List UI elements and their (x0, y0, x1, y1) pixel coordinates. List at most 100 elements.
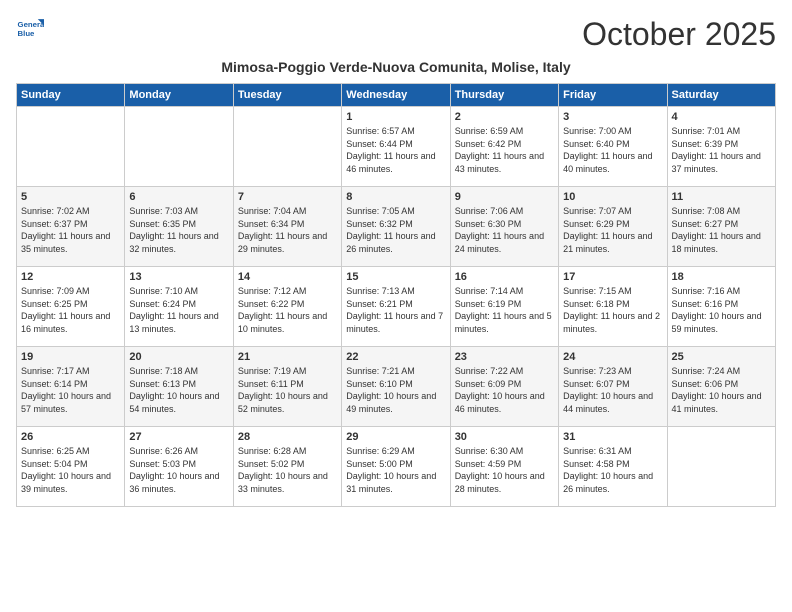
calendar-cell: 29 Sunrise: 6:29 AM Sunset: 5:00 PM Dayli… (342, 427, 450, 507)
day-number: 30 (455, 431, 554, 443)
day-info: Sunrise: 7:00 AM Sunset: 6:40 PM Dayligh… (563, 125, 662, 175)
day-number: 17 (563, 271, 662, 283)
calendar-cell: 25 Sunrise: 7:24 AM Sunset: 6:06 PM Dayli… (667, 347, 775, 427)
day-number: 5 (21, 191, 120, 203)
calendar-cell: 22 Sunrise: 7:21 AM Sunset: 6:10 PM Dayli… (342, 347, 450, 427)
calendar-cell (125, 107, 233, 187)
day-info: Sunrise: 7:17 AM Sunset: 6:14 PM Dayligh… (21, 365, 120, 415)
weekday-header-thursday: Thursday (450, 84, 558, 107)
calendar-cell: 19 Sunrise: 7:17 AM Sunset: 6:14 PM Dayli… (17, 347, 125, 427)
day-info: Sunrise: 6:28 AM Sunset: 5:02 PM Dayligh… (238, 445, 337, 495)
calendar-cell: 14Sunrise: 7:12 AM Sunset: 6:22 PM Dayli… (233, 267, 341, 347)
calendar-cell: 3 Sunrise: 7:00 AM Sunset: 6:40 PM Daylig… (559, 107, 667, 187)
calendar-cell: 27 Sunrise: 6:26 AM Sunset: 5:03 PM Dayli… (125, 427, 233, 507)
day-number: 9 (455, 191, 554, 203)
calendar-cell (667, 427, 775, 507)
day-number: 26 (21, 431, 120, 443)
location-subtitle: Mimosa-Poggio Verde-Nuova Comunita, Moli… (16, 59, 776, 75)
weekday-header-saturday: Saturday (667, 84, 775, 107)
logo: General Blue (16, 16, 48, 44)
day-info: Sunrise: 7:05 AM Sunset: 6:32 PM Dayligh… (346, 205, 445, 255)
day-number: 18 (672, 271, 771, 283)
calendar-cell: 6 Sunrise: 7:03 AM Sunset: 6:35 PM Daylig… (125, 187, 233, 267)
day-number: 3 (563, 111, 662, 123)
calendar-week-3: 12 Sunrise: 7:09 AM Sunset: 6:25 PM Dayli… (17, 267, 776, 347)
day-info: Sunrise: 7:08 AM Sunset: 6:27 PM Dayligh… (672, 205, 771, 255)
day-number: 23 (455, 351, 554, 363)
day-number: 20 (129, 351, 228, 363)
day-info: Sunrise: 7:06 AM Sunset: 6:30 PM Dayligh… (455, 205, 554, 255)
calendar-cell (17, 107, 125, 187)
calendar-cell: 17 Sunrise: 7:15 AM Sunset: 6:18 PM Dayli… (559, 267, 667, 347)
day-info: Sunrise: 6:57 AM Sunset: 6:44 PM Dayligh… (346, 125, 445, 175)
calendar-cell: 20 Sunrise: 7:18 AM Sunset: 6:13 PM Dayli… (125, 347, 233, 427)
day-info: Sunrise: 6:29 AM Sunset: 5:00 PM Dayligh… (346, 445, 445, 495)
day-number: 22 (346, 351, 445, 363)
day-number: 4 (672, 111, 771, 123)
day-number: 8 (346, 191, 445, 203)
day-info: Sunrise: 6:30 AM Sunset: 4:59 PM Dayligh… (455, 445, 554, 495)
calendar-cell: 16 Sunrise: 7:14 AM Sunset: 6:19 PM Dayli… (450, 267, 558, 347)
svg-text:Blue: Blue (18, 29, 36, 38)
calendar-cell (233, 107, 341, 187)
weekday-header-monday: Monday (125, 84, 233, 107)
day-number: 10 (563, 191, 662, 203)
day-info: Sunrise: 7:04 AM Sunset: 6:34 PM Dayligh… (238, 205, 337, 255)
day-number: 31 (563, 431, 662, 443)
day-number: 16 (455, 271, 554, 283)
calendar-cell: 30 Sunrise: 6:30 AM Sunset: 4:59 PM Dayli… (450, 427, 558, 507)
day-info: Sunrise: 6:25 AM Sunset: 5:04 PM Dayligh… (21, 445, 120, 495)
calendar-cell: 21 Sunrise: 7:19 AM Sunset: 6:11 PM Dayli… (233, 347, 341, 427)
day-number: 2 (455, 111, 554, 123)
calendar-cell: 2 Sunrise: 6:59 AM Sunset: 6:42 PM Daylig… (450, 107, 558, 187)
calendar-table: SundayMondayTuesdayWednesdayThursdayFrid… (16, 83, 776, 507)
day-info: Sunrise: 7:03 AM Sunset: 6:35 PM Dayligh… (129, 205, 228, 255)
day-number: 12 (21, 271, 120, 283)
day-info: Sunrise: 7:13 AM Sunset: 6:21 PM Dayligh… (346, 285, 445, 335)
calendar-cell: 12 Sunrise: 7:09 AM Sunset: 6:25 PM Dayli… (17, 267, 125, 347)
day-number: 13 (129, 271, 228, 283)
day-info: Sunrise: 7:16 AM Sunset: 6:16 PM Dayligh… (672, 285, 771, 335)
weekday-header-wednesday: Wednesday (342, 84, 450, 107)
day-number: 6 (129, 191, 228, 203)
day-number: 7 (238, 191, 337, 203)
day-number: 19 (21, 351, 120, 363)
day-info: Sunrise: 7:19 AM Sunset: 6:11 PM Dayligh… (238, 365, 337, 415)
day-info: Sunrise: 7:18 AM Sunset: 6:13 PM Dayligh… (129, 365, 228, 415)
day-info: Sunrise: 6:59 AM Sunset: 6:42 PM Dayligh… (455, 125, 554, 175)
month-year-title: October 2025 (582, 16, 776, 53)
calendar-body: 1Sunrise: 6:57 AM Sunset: 6:44 PM Daylig… (17, 107, 776, 507)
day-info: Sunrise: 7:21 AM Sunset: 6:10 PM Dayligh… (346, 365, 445, 415)
day-number: 27 (129, 431, 228, 443)
day-number: 11 (672, 191, 771, 203)
weekday-header-sunday: Sunday (17, 84, 125, 107)
day-number: 15 (346, 271, 445, 283)
weekday-header-tuesday: Tuesday (233, 84, 341, 107)
calendar-cell: 1Sunrise: 6:57 AM Sunset: 6:44 PM Daylig… (342, 107, 450, 187)
day-number: 28 (238, 431, 337, 443)
day-info: Sunrise: 7:14 AM Sunset: 6:19 PM Dayligh… (455, 285, 554, 335)
day-info: Sunrise: 7:01 AM Sunset: 6:39 PM Dayligh… (672, 125, 771, 175)
day-info: Sunrise: 7:22 AM Sunset: 6:09 PM Dayligh… (455, 365, 554, 415)
calendar-week-5: 26 Sunrise: 6:25 AM Sunset: 5:04 PM Dayli… (17, 427, 776, 507)
day-number: 29 (346, 431, 445, 443)
day-info: Sunrise: 7:09 AM Sunset: 6:25 PM Dayligh… (21, 285, 120, 335)
day-info: Sunrise: 7:24 AM Sunset: 6:06 PM Dayligh… (672, 365, 771, 415)
calendar-cell: 8 Sunrise: 7:05 AM Sunset: 6:32 PM Daylig… (342, 187, 450, 267)
day-info: Sunrise: 7:15 AM Sunset: 6:18 PM Dayligh… (563, 285, 662, 335)
calendar-cell: 28 Sunrise: 6:28 AM Sunset: 5:02 PM Dayli… (233, 427, 341, 507)
day-info: Sunrise: 6:26 AM Sunset: 5:03 PM Dayligh… (129, 445, 228, 495)
day-number: 14 (238, 271, 337, 283)
calendar-week-1: 1Sunrise: 6:57 AM Sunset: 6:44 PM Daylig… (17, 107, 776, 187)
calendar-cell: 10Sunrise: 7:07 AM Sunset: 6:29 PM Dayli… (559, 187, 667, 267)
calendar-cell: 4 Sunrise: 7:01 AM Sunset: 6:39 PM Daylig… (667, 107, 775, 187)
day-number: 25 (672, 351, 771, 363)
calendar-title: October 2025 (582, 16, 776, 53)
day-info: Sunrise: 7:23 AM Sunset: 6:07 PM Dayligh… (563, 365, 662, 415)
calendar-cell: 23 Sunrise: 7:22 AM Sunset: 6:09 PM Dayli… (450, 347, 558, 427)
day-number: 21 (238, 351, 337, 363)
calendar-cell: 9 Sunrise: 7:06 AM Sunset: 6:30 PM Daylig… (450, 187, 558, 267)
calendar-cell: 5 Sunrise: 7:02 AM Sunset: 6:37 PM Daylig… (17, 187, 125, 267)
calendar-week-4: 19 Sunrise: 7:17 AM Sunset: 6:14 PM Dayli… (17, 347, 776, 427)
day-info: Sunrise: 7:02 AM Sunset: 6:37 PM Dayligh… (21, 205, 120, 255)
